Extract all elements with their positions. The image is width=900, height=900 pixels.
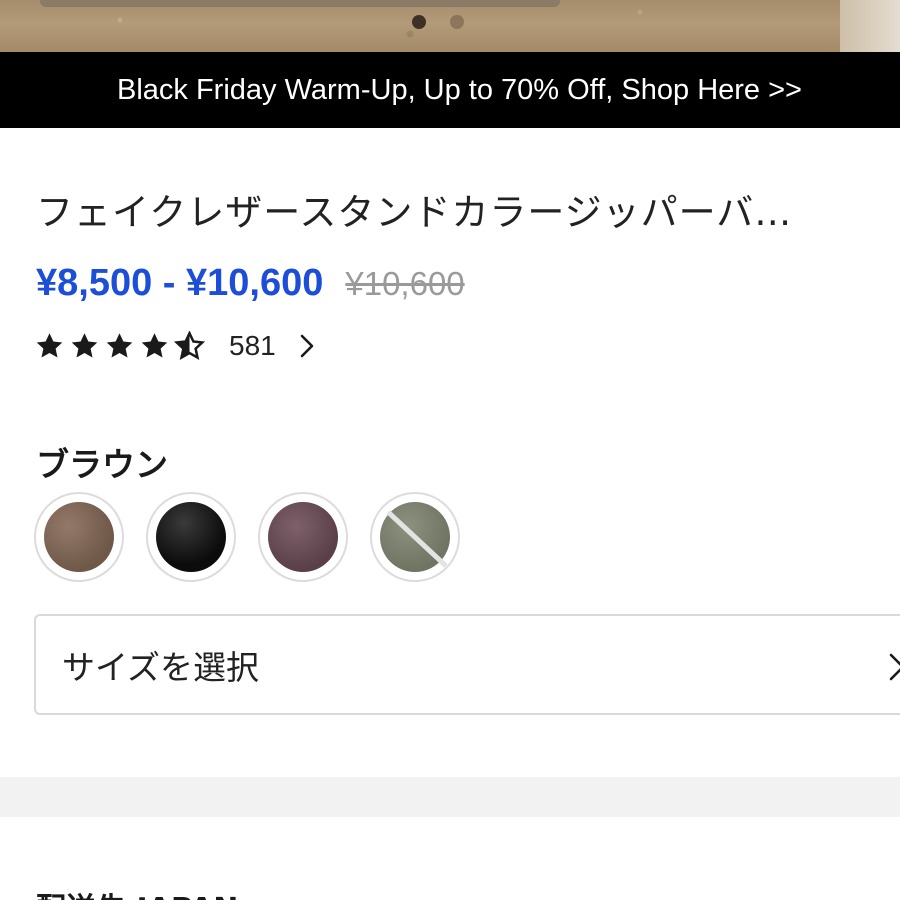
size-select-label: サイズを選択	[62, 647, 260, 687]
price-row: ¥8,500 - ¥10,600 ¥10,600	[36, 262, 465, 305]
sale-price: ¥8,500 - ¥10,600	[36, 262, 324, 304]
color-swatch-brown[interactable]	[34, 492, 124, 582]
product-image-carousel[interactable]	[0, 0, 900, 52]
star-icon	[141, 333, 168, 358]
chevron-right-icon	[889, 653, 900, 681]
selected-color-label: ブラウン	[36, 445, 168, 484]
size-select[interactable]: サイズを選択	[34, 614, 900, 715]
star-icon	[36, 333, 63, 358]
carousel-dots	[412, 15, 464, 29]
unavailable-slash-icon	[386, 510, 448, 568]
rating-link[interactable]: 581	[34, 330, 316, 362]
original-price: ¥10,600	[345, 265, 465, 302]
carousel-dot-active[interactable]	[412, 15, 426, 29]
chevron-right-icon	[300, 334, 314, 358]
review-count: 581	[229, 330, 276, 361]
color-swatch-black[interactable]	[146, 492, 236, 582]
swatch-fill	[156, 502, 226, 572]
carousel-dot[interactable]	[450, 15, 464, 29]
star-half-icon	[174, 331, 205, 360]
swatch-fill	[44, 502, 114, 572]
color-swatch-purple[interactable]	[258, 492, 348, 582]
shipping-destination[interactable]: 配送先 JAPAN	[36, 884, 238, 900]
color-swatch-khaki-unavailable[interactable]	[370, 492, 460, 582]
promo-text: Black Friday Warm-Up, Up to 70% Off, Sho…	[117, 73, 802, 106]
section-divider	[0, 777, 900, 817]
star-icon	[106, 333, 133, 358]
product-title: フェイクレザースタンドカラージッパーバ…	[36, 191, 793, 234]
star-rating	[34, 331, 205, 361]
swatch-fill	[268, 502, 338, 572]
promo-banner[interactable]: Black Friday Warm-Up, Up to 70% Off, Sho…	[0, 52, 900, 128]
star-icon	[71, 333, 98, 358]
color-swatches	[34, 492, 460, 582]
